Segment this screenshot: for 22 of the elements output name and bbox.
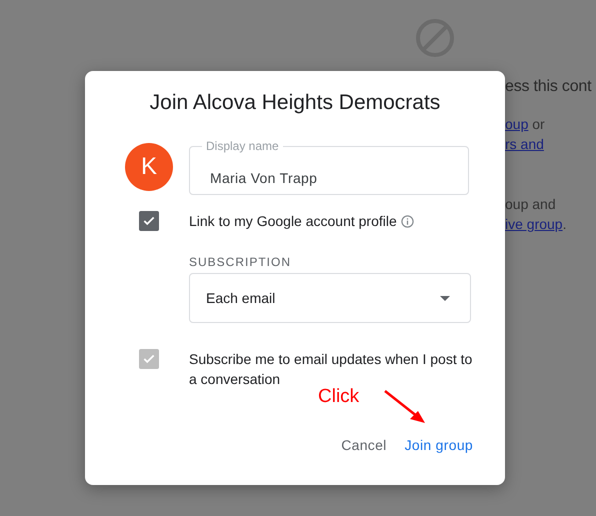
subscription-dropdown[interactable]: Each email — [189, 273, 471, 323]
join-button[interactable]: Join group — [404, 437, 473, 453]
checkmark-icon — [142, 214, 156, 228]
dropdown-caret-icon — [440, 296, 450, 300]
link[interactable]: ive group — [505, 216, 563, 232]
annotation-text: Click — [318, 386, 360, 408]
text: . — [562, 216, 566, 232]
cancel-button[interactable]: Cancel — [341, 437, 387, 453]
text: oup and — [505, 196, 556, 212]
checkbox-label: Subscribe me to email updates when I post to a conversation — [189, 350, 474, 388]
heading: ess this cont — [505, 78, 592, 96]
checkmark-icon — [142, 352, 156, 366]
text: or — [531, 116, 545, 132]
link[interactable]: rs and — [505, 136, 544, 152]
info-icon[interactable] — [400, 215, 414, 228]
link[interactable]: oup — [505, 116, 528, 132]
subscription-label: SUBSCRIPTION — [189, 255, 292, 269]
display-name-field[interactable]: Display name Maria Von Trapp — [189, 139, 469, 195]
checkbox-label: Link to my Google account profile — [189, 211, 481, 231]
dialog-title: Join Alcova Heights Democrats — [150, 91, 440, 115]
checkbox[interactable] — [139, 211, 159, 231]
avatar: K — [125, 143, 173, 191]
